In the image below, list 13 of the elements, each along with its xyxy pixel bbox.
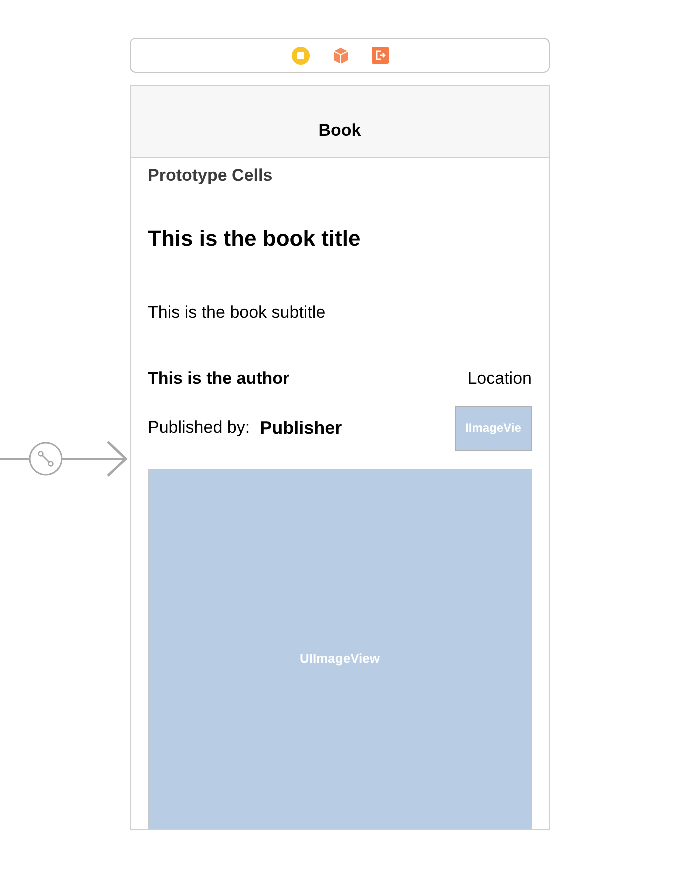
book-subtitle: This is the book subtitle [148,303,326,322]
image-placeholder-label: UIImageView [300,650,380,668]
cube-icon[interactable] [332,46,348,64]
published-label: Published by: [148,417,250,440]
section-header: Prototype Cells [148,166,273,185]
exit-icon[interactable] [372,47,388,64]
thumbnail-placeholder-label: IImageVie [466,420,522,437]
location-label: Location [468,368,532,390]
publisher-label: Publisher [260,416,342,440]
navigation-title: Book [318,120,362,142]
segue-arrow[interactable] [0,439,130,479]
book-title: This is the book title [148,226,361,251]
author-label: This is the author [148,368,290,390]
